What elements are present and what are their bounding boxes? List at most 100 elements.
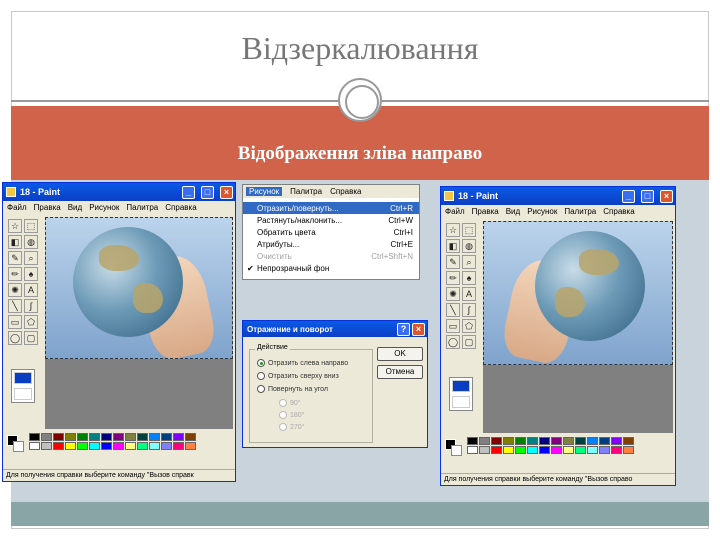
palette-swatch[interactable] xyxy=(467,446,478,454)
pencil-icon[interactable]: ✏ xyxy=(8,267,22,281)
current-colors[interactable] xyxy=(445,439,465,457)
fill-icon[interactable]: ◍ xyxy=(462,239,476,253)
palette-swatch[interactable] xyxy=(185,442,196,450)
palette-swatch[interactable] xyxy=(137,442,148,450)
airbrush-icon[interactable]: ✺ xyxy=(8,283,22,297)
menu-edit[interactable]: Правка xyxy=(34,203,61,212)
rounded-rect-icon[interactable]: ▢ xyxy=(24,331,38,345)
palette-swatch[interactable] xyxy=(611,446,622,454)
palette-swatch[interactable] xyxy=(101,433,112,441)
palette-swatch[interactable] xyxy=(623,437,634,445)
airbrush-icon[interactable]: ✺ xyxy=(446,287,460,301)
image-menu-item[interactable]: Растянуть/наклонить... Ctrl+W xyxy=(243,214,419,226)
palette-swatch[interactable] xyxy=(137,433,148,441)
palette-swatch[interactable] xyxy=(65,433,76,441)
palette-swatch[interactable] xyxy=(101,442,112,450)
ellipse-icon[interactable]: ◯ xyxy=(446,335,460,349)
palette-swatch[interactable] xyxy=(491,446,502,454)
image-menu-item[interactable]: ✔ Непрозрачный фон xyxy=(243,262,419,274)
palette-swatch[interactable] xyxy=(77,442,88,450)
palette-swatch[interactable] xyxy=(599,437,610,445)
palette-swatch[interactable] xyxy=(491,437,502,445)
polygon-icon[interactable]: ⬠ xyxy=(24,315,38,329)
palette-swatch[interactable] xyxy=(563,437,574,445)
rectangle-icon[interactable]: ▭ xyxy=(446,319,460,333)
menu-palette[interactable]: Палитра xyxy=(126,203,158,212)
palette-swatch[interactable] xyxy=(479,446,490,454)
palette-swatch[interactable] xyxy=(599,446,610,454)
palette-swatch[interactable] xyxy=(113,442,124,450)
rounded-rect-icon[interactable]: ▢ xyxy=(462,335,476,349)
free-select-icon[interactable]: ☆ xyxy=(446,223,460,237)
palette-swatch[interactable] xyxy=(563,446,574,454)
flip-option[interactable]: Повернуть на угол xyxy=(257,385,328,393)
color-picker-icon[interactable]: ✎ xyxy=(446,255,460,269)
close-button[interactable]: × xyxy=(412,322,425,336)
menu-palette[interactable]: Палитра xyxy=(290,187,322,196)
option-opaque[interactable] xyxy=(452,380,470,392)
palette-swatch[interactable] xyxy=(113,433,124,441)
minimize-button[interactable]: _ xyxy=(182,185,195,199)
option-transparent[interactable] xyxy=(452,396,470,408)
radio-button[interactable] xyxy=(257,385,265,393)
help-button[interactable]: ? xyxy=(397,322,410,336)
menu-help[interactable]: Справка xyxy=(165,203,196,212)
menu-help[interactable]: Справка xyxy=(330,187,361,196)
palette-swatch[interactable] xyxy=(41,433,52,441)
image-menu-item[interactable]: Отразить/повернуть... Ctrl+R xyxy=(243,202,419,214)
color-picker-icon[interactable]: ✎ xyxy=(8,251,22,265)
free-select-icon[interactable]: ☆ xyxy=(8,219,22,233)
palette-swatch[interactable] xyxy=(587,446,598,454)
menu-view[interactable]: Вид xyxy=(506,207,520,216)
text-icon[interactable]: A xyxy=(462,287,476,301)
palette-swatch[interactable] xyxy=(89,433,100,441)
palette-swatch[interactable] xyxy=(185,433,196,441)
menu-image[interactable]: Рисунок xyxy=(246,187,283,196)
radio-button[interactable] xyxy=(257,372,265,380)
select-icon[interactable]: ⬚ xyxy=(24,219,38,233)
palette-swatch[interactable] xyxy=(539,446,550,454)
option-opaque[interactable] xyxy=(14,372,32,384)
palette-swatch[interactable] xyxy=(53,433,64,441)
rectangle-icon[interactable]: ▭ xyxy=(8,315,22,329)
palette-swatch[interactable] xyxy=(29,442,40,450)
radio-button[interactable] xyxy=(257,359,265,367)
palette-swatch[interactable] xyxy=(89,442,100,450)
line-icon[interactable]: ╲ xyxy=(8,299,22,313)
polygon-icon[interactable]: ⬠ xyxy=(462,319,476,333)
menu-file[interactable]: Файл xyxy=(7,203,27,212)
image-menu-item[interactable]: Атрибуты... Ctrl+E xyxy=(243,238,419,250)
palette-swatch[interactable] xyxy=(539,437,550,445)
palette-swatch[interactable] xyxy=(503,437,514,445)
maximize-button[interactable]: □ xyxy=(201,185,214,199)
palette-swatch[interactable] xyxy=(611,437,622,445)
flip-option[interactable]: Отразить сверху вниз xyxy=(257,372,339,380)
fill-icon[interactable]: ◍ xyxy=(24,235,38,249)
palette-swatch[interactable] xyxy=(173,433,184,441)
magnifier-icon[interactable]: ⌕ xyxy=(24,251,38,265)
palette-swatch[interactable] xyxy=(161,442,172,450)
ellipse-icon[interactable]: ◯ xyxy=(8,331,22,345)
palette-swatch[interactable] xyxy=(575,437,586,445)
image-menu-item[interactable]: Обратить цвета Ctrl+I xyxy=(243,226,419,238)
palette-swatch[interactable] xyxy=(515,446,526,454)
palette-swatch[interactable] xyxy=(149,433,160,441)
palette-swatch[interactable] xyxy=(479,437,490,445)
cancel-button[interactable]: Отмена xyxy=(377,365,423,379)
palette-swatch[interactable] xyxy=(41,442,52,450)
text-icon[interactable]: A xyxy=(24,283,38,297)
close-button[interactable]: × xyxy=(220,185,233,199)
menu-view[interactable]: Вид xyxy=(68,203,82,212)
minimize-button[interactable]: _ xyxy=(622,189,635,203)
close-button[interactable]: × xyxy=(660,189,673,203)
palette-swatch[interactable] xyxy=(467,437,478,445)
palette-swatch[interactable] xyxy=(527,437,538,445)
eraser-icon[interactable]: ◧ xyxy=(446,239,460,253)
palette-swatch[interactable] xyxy=(551,437,562,445)
magnifier-icon[interactable]: ⌕ xyxy=(462,255,476,269)
palette-swatch[interactable] xyxy=(503,446,514,454)
menu-image[interactable]: Рисунок xyxy=(527,207,557,216)
palette-swatch[interactable] xyxy=(173,442,184,450)
menu-image[interactable]: Рисунок xyxy=(89,203,119,212)
brush-icon[interactable]: ♠ xyxy=(462,271,476,285)
